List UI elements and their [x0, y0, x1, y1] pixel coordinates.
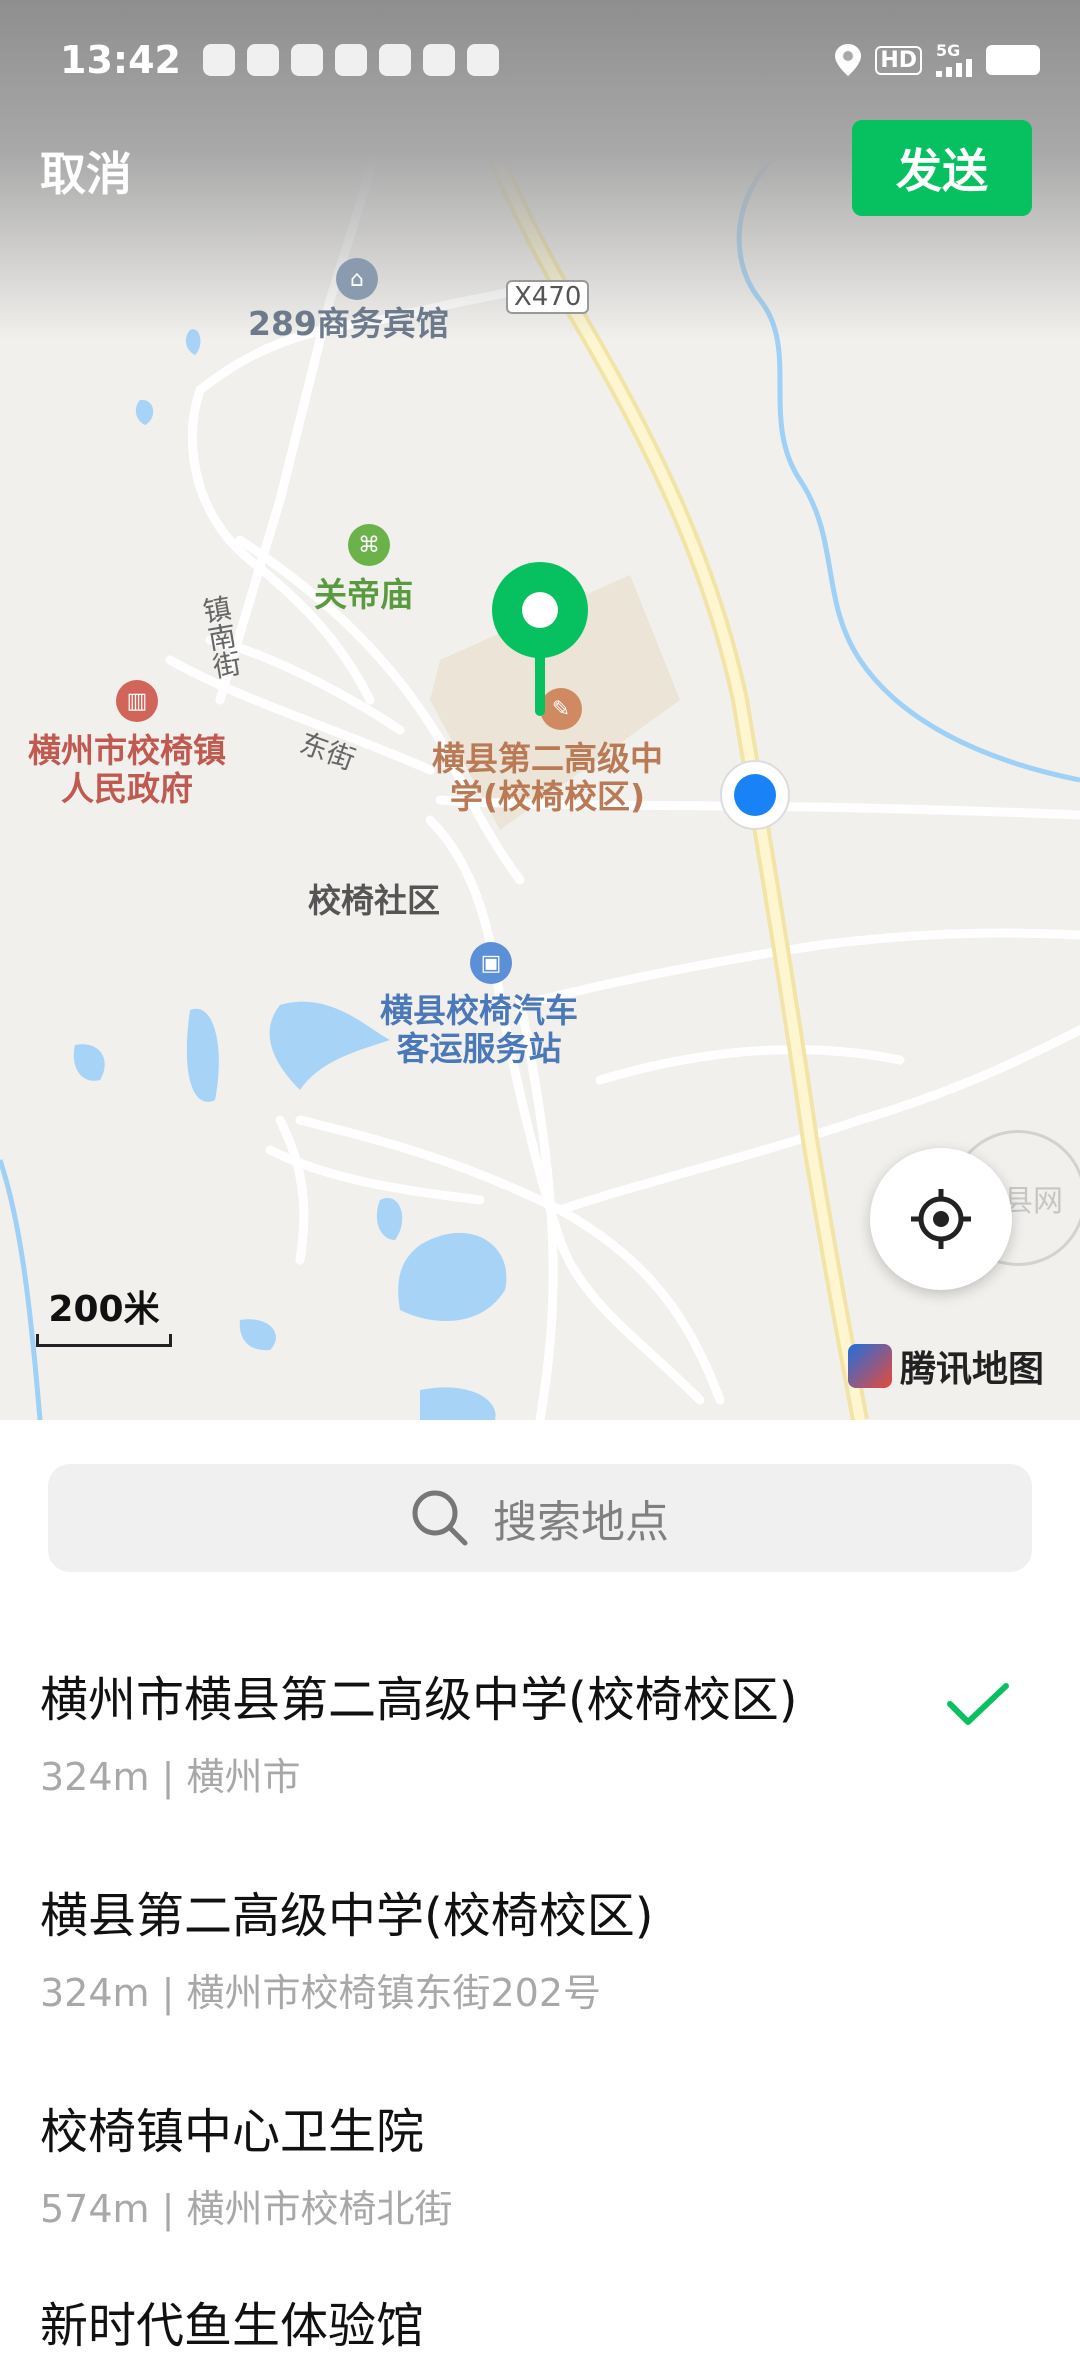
search-input[interactable]: 搜索地点	[48, 1464, 1032, 1572]
k-icon	[202, 44, 235, 76]
baidu-icon	[334, 44, 367, 76]
map-brand: 腾讯地图	[848, 1340, 1044, 1392]
brand-label: 腾讯地图	[900, 1349, 1045, 1390]
poi-bus-station[interactable]: 横县校椅汽车 客运服务站	[380, 992, 578, 1068]
hotel-icon: ⌂	[336, 258, 378, 300]
pond	[398, 1232, 507, 1322]
poi-temple[interactable]: 关帝庙	[314, 576, 413, 614]
stream-left	[0, 1159, 43, 1420]
send-button[interactable]: 发送	[852, 120, 1032, 216]
tencent-map-logo-icon	[848, 1344, 892, 1388]
pond	[420, 1387, 496, 1420]
pond	[135, 399, 154, 425]
poi-hotel[interactable]: 289商务宾馆	[248, 305, 449, 343]
tiktok-icon	[290, 44, 323, 76]
notification-icons	[202, 44, 499, 76]
poi-community[interactable]: 校椅社区	[308, 882, 440, 920]
location-list-sheet: 搜索地点 横州市横县第二高级中学(校椅校区) 324m | 横州市 横县第二高级…	[0, 1420, 1080, 2376]
map-scale: 200米	[36, 1280, 172, 1347]
location-item[interactable]: 横州市横县第二高级中学(校椅校区) 324m | 横州市	[40, 1660, 1040, 1801]
lake	[269, 1001, 390, 1090]
pond	[186, 1008, 219, 1102]
selected-location-pin[interactable]	[490, 560, 590, 720]
location-name: 新时代鱼生体验馆	[40, 2298, 425, 2354]
app-icon	[378, 44, 411, 76]
camera-icon	[466, 44, 499, 76]
location-address: 324m | 横州市校椅镇东街202号	[40, 1971, 602, 2015]
baidu-cloud-icon	[246, 44, 279, 76]
network-label: 5G	[936, 41, 961, 60]
my-location-dot	[720, 760, 790, 830]
poi-government[interactable]: 横州市校椅镇 人民政府	[28, 732, 226, 808]
search-icon	[412, 1490, 468, 1546]
location-address: 574m | 横州市校椅北街	[40, 2187, 453, 2231]
battery-icon	[986, 45, 1040, 75]
locate-me-button[interactable]	[870, 1148, 1012, 1290]
location-name: 校椅镇中心卫生院	[40, 2104, 425, 2160]
signal-icon: 5G	[936, 43, 972, 77]
pond	[239, 1319, 276, 1351]
status-right: HD 5G	[835, 43, 1040, 77]
status-time: 13:42	[60, 38, 181, 82]
poi-school[interactable]: 横县第二高级中 学(校椅校区)	[432, 740, 663, 816]
message-icon	[422, 44, 455, 76]
crosshair-icon	[911, 1189, 971, 1249]
location-item[interactable]: 新时代鱼生体验馆	[40, 2286, 1040, 2356]
map-view[interactable]: 13:42 HD 5G 取消 发送 X470 镇南街 东街 ⌂ 289商务宾馆 …	[0, 0, 1080, 1420]
road-label-x470: X470	[506, 280, 590, 314]
cancel-button[interactable]: 取消	[40, 138, 132, 204]
location-item[interactable]: 校椅镇中心卫生院 574m | 横州市校椅北街	[40, 2092, 1040, 2233]
location-item[interactable]: 横县第二高级中学(校椅校区) 324m | 横州市校椅镇东街202号	[40, 1876, 1040, 2017]
checkmark-icon	[947, 1683, 1009, 1725]
location-address: 324m | 横州市	[40, 1755, 301, 1799]
pond	[73, 1044, 105, 1081]
scale-bar	[36, 1334, 172, 1347]
pond	[376, 1198, 403, 1240]
bus-station-icon: ▣	[470, 942, 512, 984]
search-placeholder: 搜索地点	[493, 1497, 669, 1548]
scale-label: 200米	[48, 1289, 160, 1330]
location-icon	[835, 44, 862, 76]
status-bar: 13:42 HD 5G	[60, 30, 1040, 90]
hd-icon: HD	[875, 45, 922, 75]
location-name: 横县第二高级中学(校椅校区)	[40, 1888, 654, 1944]
government-icon: ▥	[116, 680, 158, 722]
location-name: 横州市横县第二高级中学(校椅校区)	[40, 1672, 798, 1728]
temple-icon: ⌘	[348, 524, 390, 566]
